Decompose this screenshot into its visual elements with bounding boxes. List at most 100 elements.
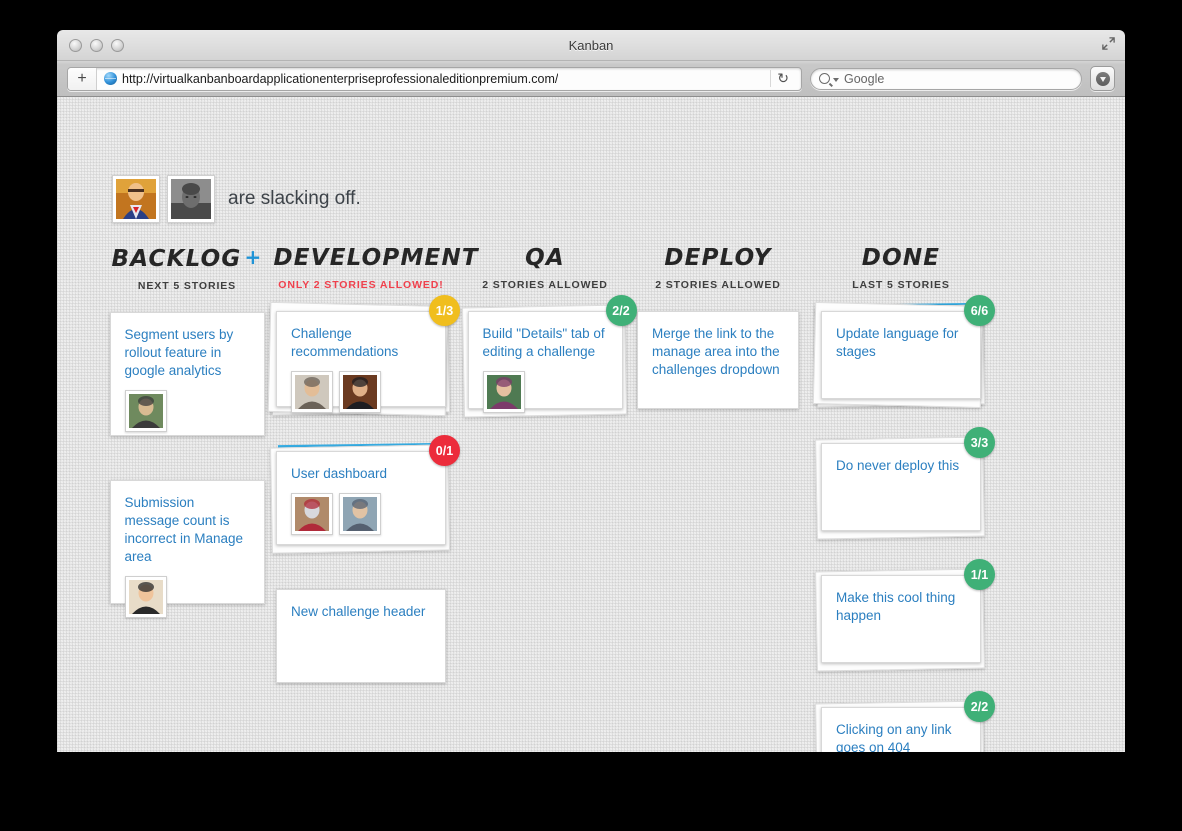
- avatar[interactable]: [124, 576, 167, 618]
- card-stack: Make this cool thing happen 1/1: [815, 559, 995, 672]
- card-title[interactable]: Submission message count is incorrect in…: [125, 494, 250, 566]
- card-stack: Merge the link to the manage area into t…: [637, 311, 799, 409]
- avatar-woman-couch-image: [295, 497, 329, 531]
- card-title[interactable]: Update language for stages: [836, 325, 966, 361]
- card-title[interactable]: Make this cool thing happen: [836, 589, 966, 625]
- card-progress-badge[interactable]: 1/3: [429, 295, 460, 326]
- column-title: Deploy: [664, 245, 772, 271]
- column-header: Done Last 5 stories: [814, 245, 989, 292]
- avatar[interactable]: [339, 371, 381, 413]
- avatar[interactable]: [291, 493, 333, 535]
- card-title[interactable]: Clicking on any link goes on 404: [836, 721, 966, 752]
- chevron-down-icon[interactable]: [833, 77, 839, 82]
- avatar-grayscale-man-image: [171, 179, 211, 219]
- column-title: Done: [861, 245, 941, 271]
- card-stack: Update language for stages 6/6: [812, 295, 995, 409]
- column-card-list: Challenge recommendations 1/3 User dashboa…: [267, 295, 460, 727]
- column-header: Development Only 2 stories allowed!: [273, 245, 479, 292]
- column-card-list: Build "Details" tab of editing a challen…: [461, 295, 637, 453]
- column-header: Backlog + Next 5 stories: [100, 247, 275, 292]
- board-column-deploy: Deploy 2 stories allowed Merge the link to…: [637, 245, 799, 453]
- column-limit-text: Next 5 stories: [137, 280, 237, 292]
- window-controls[interactable]: [69, 38, 124, 52]
- card-progress-badge[interactable]: 3/3: [964, 427, 995, 458]
- kanban-card[interactable]: Build "Details" tab of editing a challen…: [467, 311, 623, 413]
- card-assignees: [291, 371, 431, 413]
- kanban-card[interactable]: Challenge recommendations: [276, 311, 446, 413]
- card-progress-badge[interactable]: 2/2: [605, 295, 637, 326]
- card-title[interactable]: Segment users by rollout feature in goog…: [125, 326, 250, 380]
- kanban-card[interactable]: Segment users by rollout feature in goog…: [109, 312, 265, 436]
- avatar-woman-lake-image: [486, 375, 521, 409]
- board-column-done: Done Last 5 stories Update language for st…: [812, 245, 995, 752]
- card-title[interactable]: Challenge recommendations: [291, 325, 431, 361]
- avatar-man-lean-image: [343, 497, 377, 531]
- download-icon: [1095, 71, 1110, 86]
- avatar[interactable]: [291, 371, 333, 413]
- card-title[interactable]: Build "Details" tab of editing a challen…: [483, 325, 608, 361]
- globe-icon: [104, 72, 117, 85]
- card-assignees: [482, 371, 608, 413]
- card-progress-badge[interactable]: 0/1: [429, 435, 460, 466]
- board-column-development: Development Only 2 stories allowed! Challe…: [267, 245, 479, 727]
- avatar[interactable]: [112, 175, 160, 223]
- column-title: Backlog +: [111, 245, 263, 272]
- board-column-qa: QA 2 stories allowed Build "Details" tab o…: [461, 245, 637, 453]
- card-stack: User dashboard 0/1: [270, 435, 460, 554]
- reload-icon[interactable]: ↻: [770, 70, 795, 87]
- column-limit-text: Only 2 stories allowed!: [278, 279, 444, 291]
- avatar[interactable]: [482, 371, 525, 413]
- search-placeholder: Google: [844, 71, 885, 86]
- column-title: QA: [525, 245, 565, 271]
- card-title[interactable]: User dashboard: [291, 465, 431, 483]
- search-field[interactable]: Google: [810, 67, 1082, 90]
- window-titlebar[interactable]: Kanban: [57, 30, 1125, 61]
- avatar[interactable]: [167, 175, 215, 223]
- card-progress-badge[interactable]: 6/6: [964, 295, 995, 326]
- card-title[interactable]: Merge the link to the manage area into t…: [652, 325, 784, 379]
- avatar[interactable]: [339, 493, 381, 535]
- browser-chrome: Kanban + http://virtualkanbanboardapplic…: [57, 30, 1125, 97]
- card-stack: Do never deploy this 3/3: [815, 427, 995, 540]
- card-progress-badge[interactable]: 1/1: [964, 559, 995, 590]
- card-stack: Build "Details" tab of editing a challen…: [461, 295, 637, 418]
- kanban-card[interactable]: New challenge header: [276, 589, 446, 683]
- url-text[interactable]: http://virtualkanbanboardapplicationente…: [122, 72, 558, 86]
- kanban-card[interactable]: Update language for stages: [821, 311, 981, 399]
- page-content: are slacking off. Backlog + Next 5 stories…: [57, 97, 1125, 752]
- minimize-window-button[interactable]: [90, 38, 103, 52]
- card-stack: Clicking on any link goes on 404 2/2: [815, 691, 995, 752]
- card-stack: Submission message count is incorrect in…: [109, 480, 265, 618]
- browser-window: Kanban + http://virtualkanbanboardapplic…: [57, 30, 1125, 752]
- card-stack: New challenge header: [276, 589, 446, 683]
- card-progress-badge[interactable]: 2/2: [964, 691, 995, 722]
- close-window-button[interactable]: [69, 38, 82, 52]
- browser-toolbar: + http://virtualkanbanboardapplicationen…: [57, 61, 1125, 96]
- kanban-card[interactable]: Make this cool thing happen: [821, 575, 981, 663]
- avatar-superman-image: [116, 179, 156, 219]
- column-header: Deploy 2 stories allowed: [638, 245, 798, 292]
- status-text: are slacking off.: [228, 188, 361, 209]
- fullscreen-icon[interactable]: [1101, 36, 1116, 51]
- board-column-backlog: Backlog + Next 5 stories Segment users by r…: [100, 247, 275, 648]
- column-card-list: Segment users by rollout feature in goog…: [100, 312, 275, 648]
- column-limit-text: 2 stories allowed: [655, 279, 781, 291]
- column-card-list: Merge the link to the manage area into t…: [637, 311, 799, 453]
- address-bar[interactable]: + http://virtualkanbanboardapplicationen…: [67, 66, 802, 91]
- avatar[interactable]: [124, 390, 167, 432]
- kanban-card[interactable]: Merge the link to the manage area into t…: [637, 311, 799, 409]
- card-assignees: [124, 576, 250, 618]
- kanban-card[interactable]: Submission message count is incorrect in…: [109, 480, 265, 618]
- kanban-card[interactable]: Clicking on any link goes on 404: [821, 707, 981, 752]
- kanban-card[interactable]: Do never deploy this: [821, 443, 981, 531]
- card-title[interactable]: New challenge header: [291, 603, 431, 621]
- column-title: Development: [273, 245, 479, 271]
- zoom-window-button[interactable]: [111, 38, 124, 52]
- avatar-bald-man-image: [295, 375, 329, 409]
- avatar-man-desk-image: [128, 394, 163, 428]
- card-title[interactable]: Do never deploy this: [836, 457, 966, 475]
- add-story-plus-icon[interactable]: +: [245, 247, 263, 267]
- new-tab-button[interactable]: +: [68, 67, 97, 90]
- kanban-card[interactable]: User dashboard: [276, 451, 446, 545]
- downloads-button[interactable]: [1090, 66, 1115, 91]
